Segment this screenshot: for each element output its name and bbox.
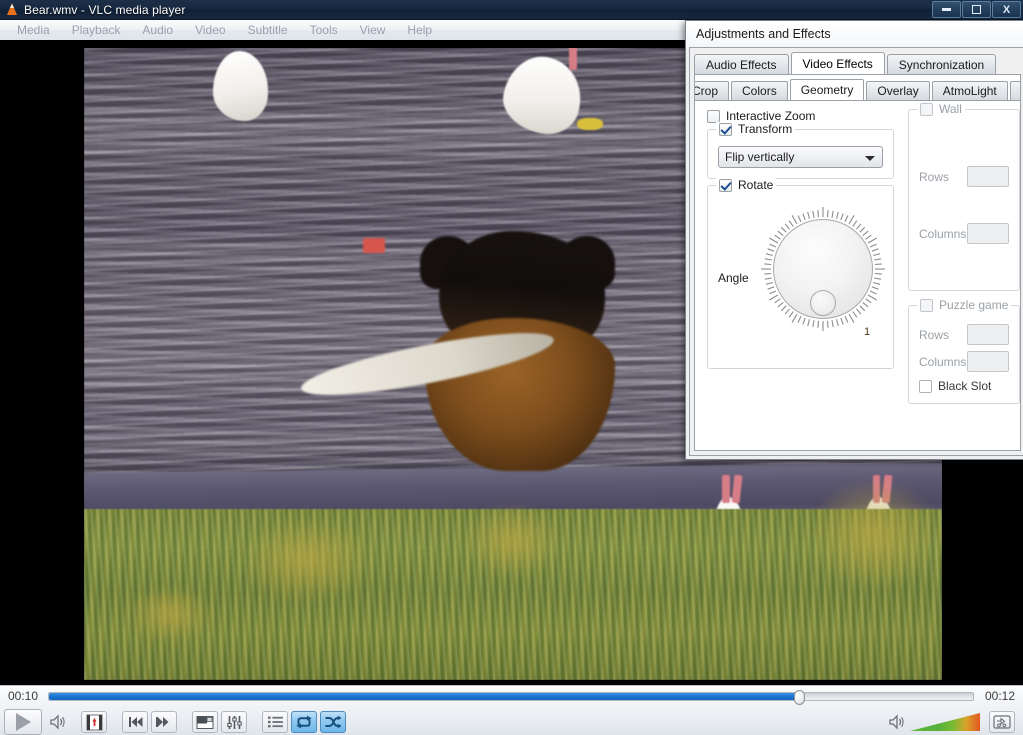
player-controls-bar: 00:10 00:12	[0, 685, 1023, 735]
puzzle-rows-label: Rows	[919, 327, 950, 342]
menu-item-help[interactable]: Help	[396, 21, 443, 39]
wall-checkbox[interactable]: Wall	[917, 102, 965, 116]
shuffle-button[interactable]	[320, 711, 346, 733]
menu-item-video[interactable]: Video	[184, 21, 236, 39]
interactive-zoom-checkbox[interactable]: Interactive Zoom	[707, 109, 894, 123]
wall-columns-label: Columns	[919, 226, 967, 241]
angle-dial[interactable]	[760, 206, 886, 332]
title-bar: Bear.wmv - VLC media player X	[0, 0, 1023, 20]
puzzle-columns-label: Columns	[919, 354, 967, 369]
subtab-atmolight[interactable]: AtmoLight	[931, 81, 1008, 100]
puzzle-columns-row: Columns	[919, 351, 1009, 372]
fullscreen-button[interactable]	[192, 711, 218, 733]
vlc-main-window: Bear.wmv - VLC media player X Media Play…	[0, 0, 1023, 735]
wall-rows-label: Rows	[919, 169, 950, 184]
dialog-body: Audio Effects Video Effects Synchronizat…	[689, 47, 1023, 456]
checkbox-box	[707, 109, 720, 123]
chevron-down-icon	[865, 156, 875, 161]
rotate-label: Rotate	[738, 178, 774, 192]
dialog-title: Adjustments and Effects	[686, 21, 1023, 47]
previous-button[interactable]	[122, 711, 148, 733]
seek-row: 00:10 00:12	[0, 686, 1023, 708]
menu-item-view[interactable]: View	[349, 21, 397, 39]
transform-group: Transform Flip vertically	[707, 122, 894, 179]
menu-item-tools[interactable]: Tools	[299, 21, 349, 39]
subtab-advanced[interactable]: Adv	[1009, 81, 1020, 100]
dialog-tab-row: Audio Effects Video Effects Synchronizat…	[694, 52, 1023, 74]
aspect-ratio-button[interactable]	[989, 711, 1015, 733]
geometry-left-column: Interactive Zoom Transform Flip vertical…	[695, 101, 894, 404]
tab-synchronization[interactable]: Synchronization	[886, 54, 997, 74]
checkbox-box	[920, 102, 933, 116]
elapsed-time: 00:10	[8, 689, 39, 703]
video-effects-subtab-row: Crop Colors Geometry Overlay AtmoLight A…	[695, 79, 1020, 100]
tab-video-effects[interactable]: Video Effects	[790, 52, 885, 74]
volume-control[interactable]	[888, 713, 985, 731]
transform-mode-value: Flip vertically	[725, 150, 795, 164]
puzzle-game-group: Puzzle game Rows Columns Black Slot	[908, 298, 1020, 404]
window-controls: X	[932, 1, 1021, 18]
rotate-checkbox[interactable]: Rotate	[716, 178, 777, 192]
dial-knob[interactable]	[810, 290, 836, 316]
minimize-button[interactable]	[932, 1, 961, 18]
menu-item-media[interactable]: Media	[6, 21, 61, 39]
angle-value: 1	[864, 326, 871, 338]
subtab-geometry[interactable]: Geometry	[789, 79, 865, 100]
angle-label: Angle	[718, 271, 749, 285]
checkbox-box	[719, 178, 732, 192]
subtab-crop[interactable]: Crop	[695, 81, 730, 100]
close-button[interactable]: X	[992, 1, 1021, 18]
speaker-icon[interactable]	[888, 714, 906, 730]
rotate-dial-wrap: Angle 1	[718, 198, 886, 358]
black-slot-label: Black Slot	[938, 379, 992, 393]
puzzle-rows-row: Rows	[919, 324, 1009, 345]
menu-item-subtitle[interactable]: Subtitle	[237, 21, 299, 39]
transform-mode-select[interactable]: Flip vertically	[718, 146, 883, 168]
wall-columns-row: Columns	[919, 223, 1009, 244]
interactive-zoom-label: Interactive Zoom	[726, 109, 816, 123]
wall-group: Wall Rows Columns	[908, 102, 1020, 291]
checkbox-box	[919, 379, 932, 393]
play-button[interactable]	[4, 709, 42, 735]
wall-columns-input[interactable]	[967, 223, 1009, 244]
puzzle-game-checkbox[interactable]: Puzzle game	[917, 298, 1012, 312]
next-button[interactable]	[151, 711, 177, 733]
video-effects-pane: Crop Colors Geometry Overlay AtmoLight A…	[694, 74, 1021, 451]
transform-label: Transform	[738, 122, 793, 136]
geometry-right-column: Wall Rows Columns Puzzle game Rows Colum…	[894, 101, 1020, 404]
adjustments-and-effects-dialog: Adjustments and Effects Audio Effects Vi…	[685, 20, 1023, 460]
puzzle-rows-input[interactable]	[967, 324, 1009, 345]
volume-icon[interactable]	[45, 711, 71, 733]
snapshot-button[interactable]	[81, 711, 107, 733]
maximize-button[interactable]	[962, 1, 991, 18]
wall-label: Wall	[939, 102, 962, 116]
menu-item-playback[interactable]: Playback	[61, 21, 132, 39]
seek-handle[interactable]	[794, 690, 806, 705]
puzzle-columns-input[interactable]	[967, 351, 1009, 372]
extended-settings-button[interactable]	[221, 711, 247, 733]
loop-button[interactable]	[291, 711, 317, 733]
wall-rows-row: Rows	[919, 166, 1009, 187]
transform-checkbox[interactable]: Transform	[716, 122, 796, 136]
window-title: Bear.wmv - VLC media player	[24, 2, 186, 17]
seek-bar[interactable]	[48, 690, 974, 705]
puzzle-game-label: Puzzle game	[939, 298, 1009, 312]
subtab-overlay[interactable]: Overlay	[866, 81, 930, 100]
tab-audio-effects[interactable]: Audio Effects	[694, 54, 789, 74]
vlc-cone-icon	[5, 3, 18, 16]
geometry-pane: Interactive Zoom Transform Flip vertical…	[695, 100, 1020, 450]
seek-fill	[49, 693, 800, 700]
black-slot-checkbox[interactable]: Black Slot	[919, 379, 1009, 393]
checkbox-box	[920, 298, 933, 312]
menu-item-audio[interactable]: Audio	[131, 21, 184, 39]
subtab-colors[interactable]: Colors	[731, 81, 788, 100]
rotate-group: Rotate Angle 1	[707, 178, 894, 369]
remaining-time: 00:12	[984, 689, 1015, 703]
wall-rows-input[interactable]	[967, 166, 1009, 187]
playlist-button[interactable]	[262, 711, 288, 733]
checkbox-box	[719, 122, 732, 136]
volume-slider[interactable]	[910, 713, 980, 731]
transport-controls	[0, 708, 1023, 735]
